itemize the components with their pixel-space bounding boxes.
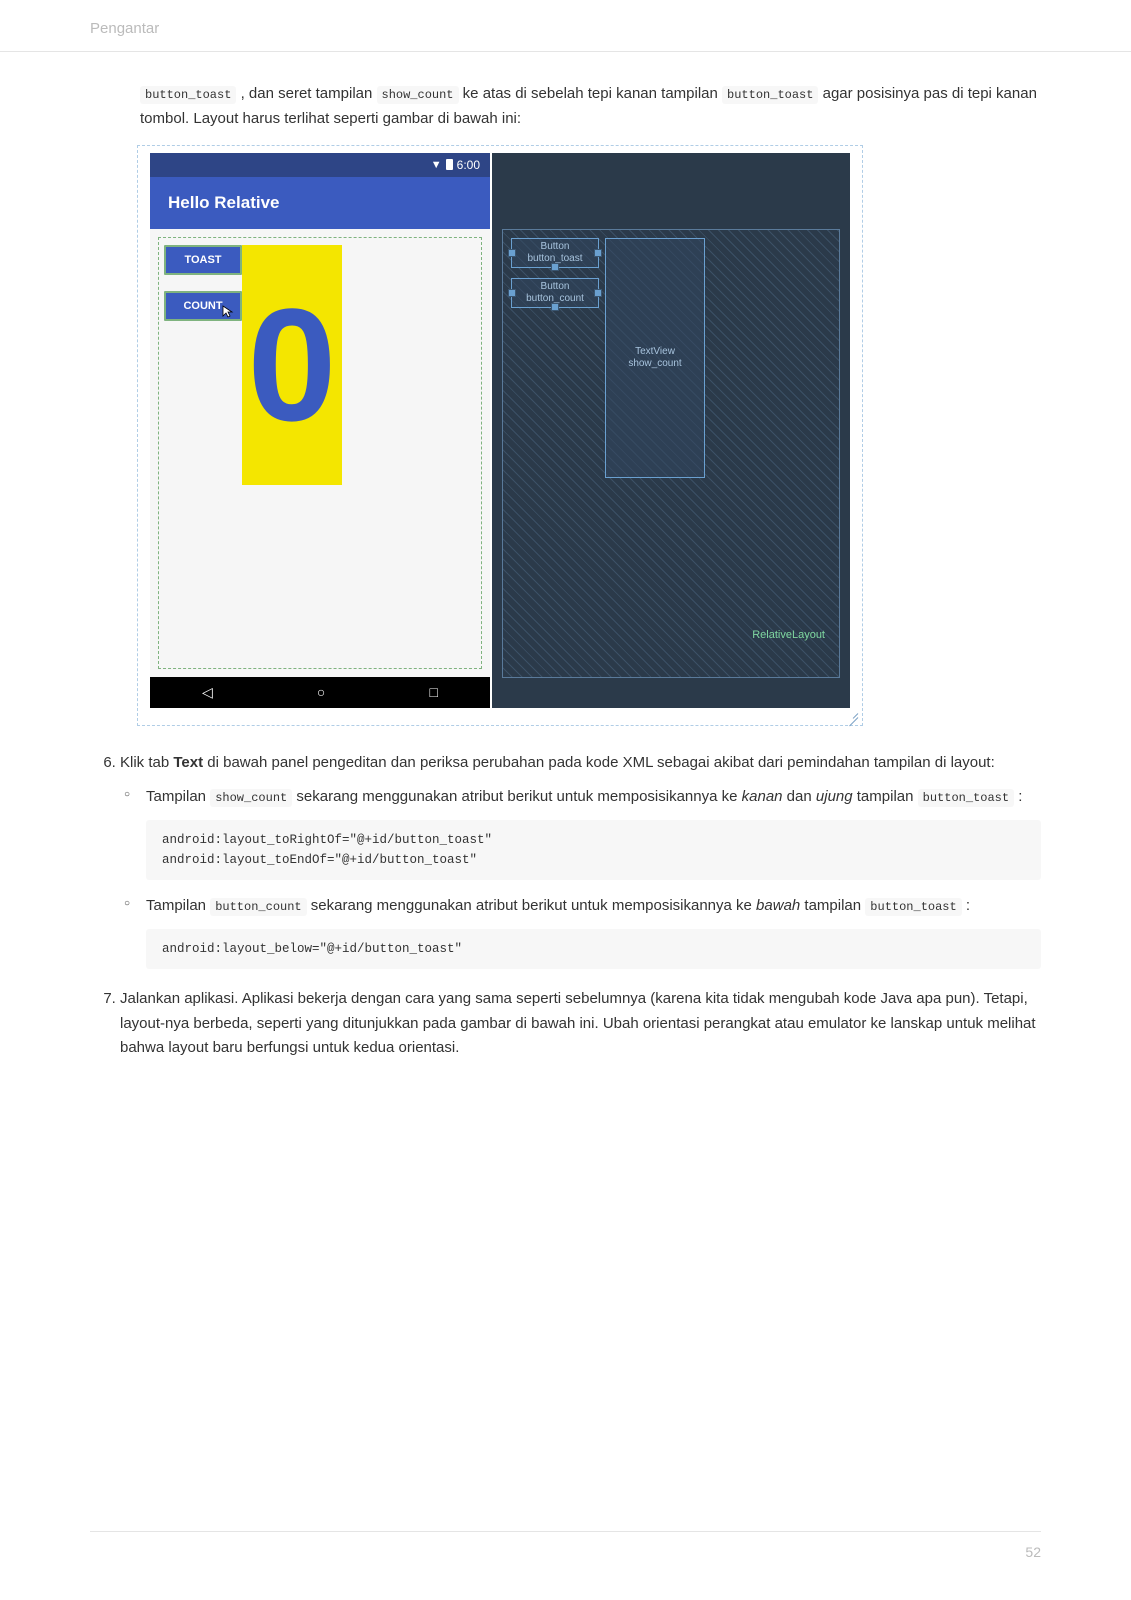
code-block-1: android:layout_toRightOf="@+id/button_to…: [146, 820, 1041, 880]
blueprint-pane: Button button_toast Button button_count …: [492, 153, 850, 708]
count-button: COUNT: [164, 291, 242, 321]
design-pane: ▼ 6:00 Hello Relative TOAST COUNT: [150, 153, 490, 708]
step-6-sub-1: Tampilan show_count sekarang menggunakan…: [146, 785, 1041, 880]
bp-relativelayout-label: RelativeLayout: [752, 629, 825, 641]
resize-handle-icon: [844, 707, 858, 721]
app-title: Hello Relative: [168, 193, 280, 213]
nav-bar: ◁ ○ □: [150, 677, 490, 708]
code-button-toast: button_toast: [140, 86, 236, 104]
code-show-count: show_count: [377, 86, 459, 104]
step-7: Jalankan aplikasi. Aplikasi bekerja deng…: [120, 987, 1041, 1061]
step-6-sublist: Tampilan show_count sekarang menggunakan…: [146, 785, 1041, 969]
bp-toast-box: Button button_toast: [511, 238, 599, 268]
wifi-icon: ▼: [431, 159, 442, 171]
counter-value: 0: [248, 285, 337, 445]
page-header: Pengantar: [0, 0, 1131, 52]
step-6: Klik tab Text di bawah panel pengeditan …: [120, 751, 1041, 969]
status-bar: ▼ 6:00: [150, 153, 490, 177]
intro-paragraph: button_toast , dan seret tampilan show_c…: [140, 82, 1041, 132]
bp-count-box: Button button_count: [511, 278, 599, 308]
steps-list: Klik tab Text di bawah panel pengeditan …: [120, 751, 1041, 1062]
toast-button: TOAST: [164, 245, 242, 275]
bp-textview-box: TextView show_count: [605, 238, 705, 478]
phone-body: TOAST COUNT 0: [150, 229, 490, 677]
page-number: 52: [1025, 1544, 1041, 1560]
battery-icon: [446, 159, 453, 170]
blueprint-bounds: Button button_toast Button button_count …: [502, 229, 840, 678]
layout-figure: ▼ 6:00 Hello Relative TOAST COUNT: [140, 148, 860, 723]
nav-recent-icon: □: [429, 684, 437, 700]
header-title: Pengantar: [90, 20, 159, 37]
page-footer: 52: [90, 1531, 1041, 1560]
nav-home-icon: ○: [317, 684, 325, 700]
nav-back-icon: ◁: [202, 684, 213, 701]
status-time: 6:00: [457, 158, 480, 172]
code-block-2: android:layout_below="@+id/button_toast": [146, 929, 1041, 969]
show-count-view: 0: [242, 245, 342, 485]
page-content: button_toast , dan seret tampilan show_c…: [0, 52, 1131, 1061]
step-6-sub-2: Tampilan button_count sekarang menggunak…: [146, 894, 1041, 969]
code-button-toast-2: button_toast: [722, 86, 818, 104]
app-bar: Hello Relative: [150, 177, 490, 229]
